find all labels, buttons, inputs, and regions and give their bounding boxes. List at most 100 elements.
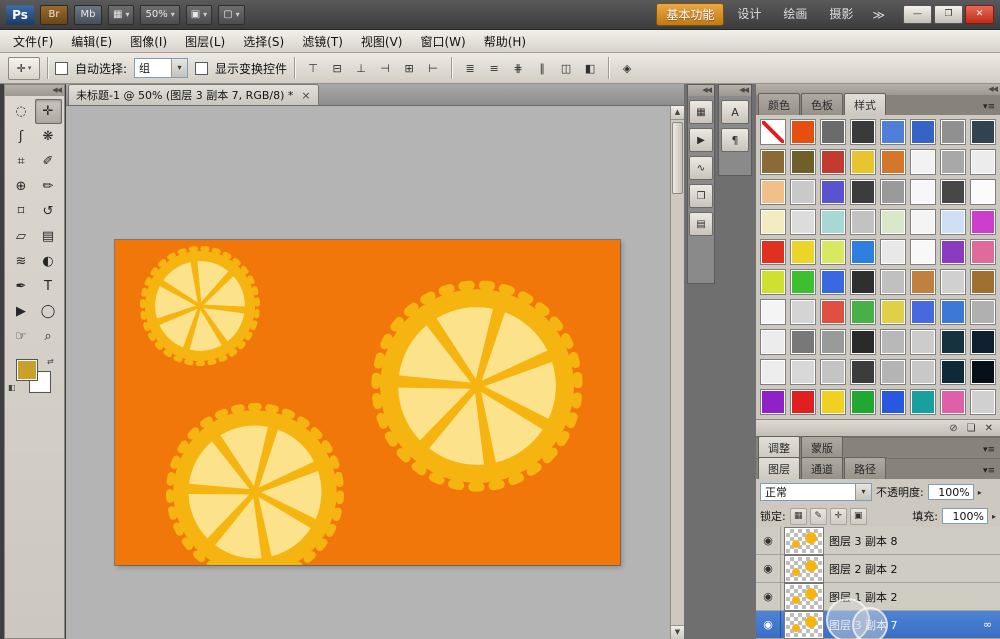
style-swatch[interactable] [820,119,846,145]
style-swatch[interactable] [820,209,846,235]
auto-align-layers-button[interactable]: ◈ [616,58,638,79]
menu-item[interactable]: 视图(V) [352,30,412,53]
style-swatch[interactable] [760,239,786,265]
opacity-slider-arrow-icon[interactable]: ▸ [978,488,982,497]
style-swatch[interactable] [940,119,966,145]
layer-visibility-toggle[interactable]: ◉ [756,611,781,638]
style-swatch[interactable] [880,359,906,385]
pen-tool[interactable]: ✒ [8,274,35,299]
style-swatch[interactable] [940,209,966,235]
lock-position-icon[interactable]: ✛ [830,508,847,525]
current-tool-preset-button[interactable]: ✛ ▾ [8,57,40,80]
layer-thumbnail[interactable] [785,584,823,610]
panel-menu-icon[interactable]: ▾≡ [983,466,1000,479]
align-right-edges[interactable]: ⊢ [422,58,444,79]
style-swatch[interactable] [820,329,846,355]
style-swatch[interactable] [760,179,786,205]
layer-thumbnail[interactable] [785,612,823,638]
style-swatch[interactable] [910,389,936,415]
lock-transparent-pixels-icon[interactable]: ▦ [790,508,807,525]
style-swatch[interactable] [790,359,816,385]
layer-thumbnail[interactable] [785,556,823,582]
close-document-icon[interactable]: × [301,89,310,102]
style-swatch[interactable] [760,149,786,175]
distribute-top-edges[interactable]: ≣ [459,58,481,79]
collapse-panel-grip[interactable]: ◀◀ [5,85,64,96]
brush-tool[interactable]: ✏ [35,174,62,199]
style-swatch[interactable] [940,149,966,175]
view-extras-dropdown[interactable]: ▦ ▾ [108,5,134,25]
style-swatch[interactable] [850,359,876,385]
lasso-tool[interactable]: ʃ [8,124,35,149]
panel-tab[interactable]: 图层 [758,457,800,479]
arrange-documents-dropdown[interactable]: ▣ ▾ [186,5,212,25]
layer-thumbnail[interactable] [785,528,823,554]
style-swatch[interactable] [970,209,996,235]
eyedropper-tool[interactable]: ✐ [35,149,62,174]
workspace-button[interactable]: 绘画 [774,3,816,26]
style-swatch[interactable] [940,359,966,385]
histogram-panel-icon[interactable]: ▦ [689,100,713,124]
style-swatch[interactable] [910,329,936,355]
distribute-right-edges[interactable]: ◧ [579,58,601,79]
style-swatch[interactable] [760,329,786,355]
workspace-overflow-button[interactable]: ≫ [868,8,889,22]
style-swatch[interactable] [940,389,966,415]
style-swatch[interactable] [820,389,846,415]
healing-brush-tool[interactable]: ⊕ [8,174,35,199]
distribute-bottom-edges[interactable]: ⋕ [507,58,529,79]
quick-selection-tool[interactable]: ❋ [35,124,62,149]
distribute-left-edges[interactable]: ∥ [531,58,553,79]
style-swatch[interactable] [910,359,936,385]
bridge-button[interactable]: Br [40,5,68,25]
style-swatch[interactable] [880,209,906,235]
show-transform-controls-checkbox[interactable] [195,62,208,75]
style-swatch[interactable] [940,329,966,355]
scrollbar-thumb[interactable] [672,122,683,194]
style-swatch[interactable] [820,239,846,265]
layer-row[interactable]: ◉ 图层 2 副本 2 [756,555,1000,583]
style-swatch[interactable] [790,119,816,145]
workspace-button[interactable]: 设计 [728,3,770,26]
style-swatch[interactable] [820,149,846,175]
delete-style-icon[interactable]: ✕ [985,423,993,434]
style-swatch[interactable] [970,329,996,355]
panel-tab[interactable]: 蒙版 [801,436,843,458]
style-swatch[interactable] [880,149,906,175]
minimize-button[interactable]: — [903,5,932,24]
panel-tab[interactable]: 颜色 [758,93,800,115]
lock-all-icon[interactable]: ▣ [850,508,867,525]
crop-tool[interactable]: ⌗ [8,149,35,174]
style-swatch[interactable] [850,119,876,145]
style-swatch[interactable] [910,149,936,175]
gradient-tool[interactable]: ▤ [35,224,62,249]
style-swatch[interactable] [760,119,786,145]
layer-row[interactable]: ◉ 图层 3 副本 8 [756,527,1000,555]
style-swatch[interactable] [910,269,936,295]
style-swatch[interactable] [760,209,786,235]
menu-item[interactable]: 选择(S) [234,30,293,53]
style-swatch[interactable] [850,389,876,415]
style-swatch[interactable] [880,299,906,325]
style-swatch[interactable] [880,119,906,145]
panel-tab[interactable]: 路径 [844,457,886,479]
style-swatch[interactable] [910,299,936,325]
style-swatch[interactable] [970,299,996,325]
hand-tool[interactable]: ☞ [8,324,35,349]
layer-visibility-toggle[interactable]: ◉ [756,583,781,610]
auto-select-checkbox[interactable] [55,62,68,75]
elliptical-marquee-tool[interactable]: ◌ [8,99,35,124]
style-swatch[interactable] [820,179,846,205]
align-vertical-centers[interactable]: ⊟ [326,58,348,79]
align-bottom-edges[interactable]: ⊥ [350,58,372,79]
style-swatch[interactable] [760,299,786,325]
screen-mode-dropdown[interactable]: ▢ ▾ [218,5,244,25]
menu-item[interactable]: 编辑(E) [62,30,121,53]
panel-menu-icon[interactable]: ▾≡ [983,445,1000,458]
style-swatch[interactable] [790,329,816,355]
layer-visibility-toggle[interactable]: ◉ [756,555,781,582]
zoom-level-dropdown[interactable]: 50% ▾ [140,5,179,25]
style-swatch[interactable] [880,389,906,415]
menu-item[interactable]: 滤镜(T) [293,30,352,53]
auto-select-group-dropdown[interactable]: 组 ▾ [134,58,188,78]
